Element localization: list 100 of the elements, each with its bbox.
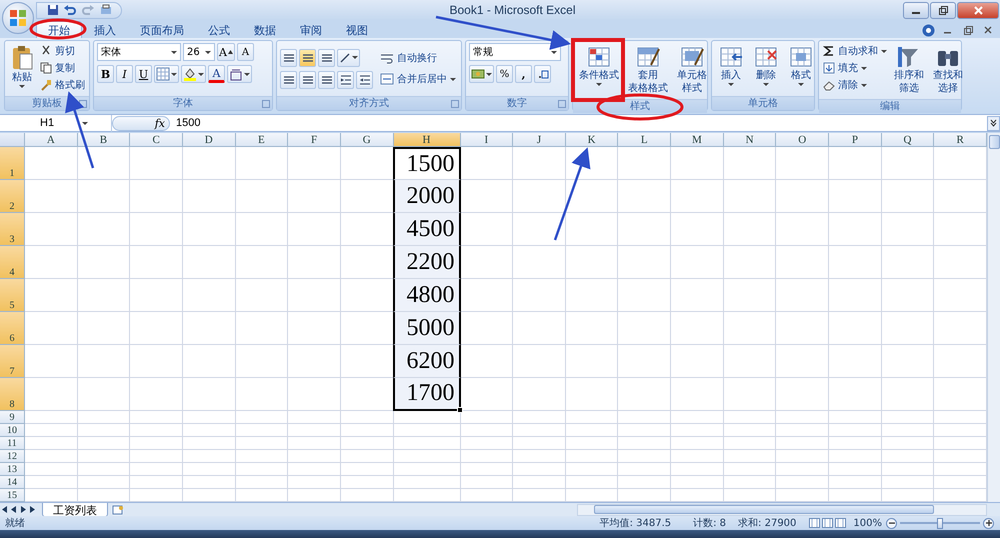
font-style-button[interactable]: B [97,65,114,83]
office-button[interactable] [2,2,34,34]
align-button[interactable] [318,48,335,66]
fill-handle[interactable] [456,407,463,413]
view-button[interactable] [808,517,822,529]
sheet-nav-button[interactable] [18,504,27,516]
row-header[interactable]: 7 [0,345,25,378]
ribbon-button[interactable]: 单元格 样式 [674,43,710,97]
paste-button[interactable]: 粘贴 [8,43,36,94]
view-button[interactable] [834,517,848,529]
column-header[interactable]: D [182,133,236,147]
align-button[interactable] [280,70,297,88]
font-name-field[interactable]: 宋体 [97,43,181,61]
vertical-scrollbar[interactable] [987,133,1000,502]
ribbon-tab[interactable]: 审阅 [288,21,334,38]
expand-button[interactable] [987,116,1000,130]
sheet-nav-button[interactable] [9,504,18,516]
ribbon-button[interactable]: 套用 表格格式 [625,43,671,97]
shrink-font-button[interactable]: A [236,43,254,61]
view-button[interactable] [821,517,834,529]
help-button[interactable] [920,22,936,38]
orientation-button[interactable] [337,48,360,66]
ribbon-tab[interactable]: 插入 [82,21,128,38]
row-header[interactable]: 15 [0,489,25,502]
zoom-in-button[interactable] [983,518,994,528]
name-box[interactable]: H1 [0,114,112,132]
row-header[interactable]: 5 [0,279,25,312]
currency-button[interactable] [469,65,494,83]
row-header[interactable]: 13 [0,463,25,476]
row-header[interactable]: 4 [0,246,25,279]
ribbon-button[interactable]: 排序和 筛选 [891,43,927,97]
column-header[interactable]: G [340,133,394,147]
row-header[interactable]: 3 [0,213,25,246]
number-format-field[interactable]: 常规 [469,43,561,61]
ribbon-button[interactable]: 剪切 [39,43,86,59]
column-header[interactable]: A [25,133,78,147]
ribbon-tab[interactable]: 视图 [334,21,380,38]
ribbon-button[interactable]: 清除 [822,77,888,93]
column-header[interactable]: M [671,133,724,147]
ribbon-tab[interactable]: 数据 [242,21,288,38]
sheet-tab[interactable]: 工资列表 [42,502,108,516]
column-header[interactable]: R [934,133,987,147]
fill-color-button[interactable] [181,65,206,83]
column-header[interactable]: K [566,133,618,147]
font-style-button[interactable]: I [116,65,133,83]
align-button[interactable] [299,70,316,88]
row-header[interactable]: 11 [0,437,25,450]
phonetic-button[interactable] [227,65,252,83]
ribbon-button[interactable]: 填充 [822,60,888,76]
merge-center-button[interactable]: 合并后居中 [379,71,457,87]
row-header[interactable]: 6 [0,312,25,345]
row-header[interactable]: 9 [0,411,25,424]
maximize-button[interactable] [930,2,956,18]
horizontal-scrollbar[interactable] [577,504,987,516]
ribbon-button[interactable]: 格式 [785,43,817,94]
align-button[interactable] [280,48,297,66]
ribbon-button[interactable]: 格式刷 [39,77,86,93]
font-style-button[interactable]: U [135,65,152,83]
column-header[interactable]: Q [882,133,934,147]
column-header[interactable]: H [394,133,461,147]
column-header[interactable]: J [513,133,566,147]
ribbon-button[interactable]: 查找和 选择 [930,43,966,97]
font-size-field[interactable]: 26 [183,43,215,61]
minimize-button[interactable] [903,2,929,18]
indent-button[interactable] [356,70,373,88]
row-header[interactable]: 10 [0,424,25,437]
ribbon-button[interactable]: 复制 [39,60,86,76]
wrap-text-button[interactable]: 自动换行 [379,50,457,66]
column-header[interactable]: F [288,133,341,147]
align-button[interactable] [299,48,316,66]
ribbon-button[interactable]: 插入 [715,43,747,94]
ribbon-button[interactable]: 删除 [750,43,782,94]
border-button[interactable] [154,65,179,83]
dialog-launcher-icon[interactable] [79,100,87,108]
column-header[interactable]: C [130,133,183,147]
formula-field[interactable]: 1500 [170,117,987,129]
grow-font-button[interactable]: A [217,43,235,61]
comma-button[interactable]: , [515,65,532,83]
ribbon-tab[interactable]: 页面布局 [128,21,196,38]
column-header[interactable]: N [724,133,776,147]
close-button[interactable] [957,2,999,18]
font-color-button[interactable]: A [208,65,225,83]
insert-sheet-button[interactable] [110,504,126,516]
row-header[interactable]: 2 [0,180,25,213]
ribbon-button[interactable]: 自动求和 [822,43,888,59]
insert-function-button[interactable]: fx [112,116,170,130]
column-header[interactable]: P [829,133,882,147]
column-header[interactable]: L [618,133,672,147]
row-header[interactable]: 12 [0,450,25,463]
ribbon-button[interactable]: 条件格式 [576,43,622,97]
percent-button[interactable]: % [496,65,513,83]
ribbon-tab[interactable]: 公式 [196,21,242,38]
row-header[interactable]: 8 [0,378,25,411]
column-header[interactable]: B [78,133,130,147]
row-header[interactable]: 14 [0,476,25,489]
indent-button[interactable] [337,70,354,88]
decimal-button[interactable] [534,65,551,83]
column-header[interactable]: O [776,133,830,147]
row-header[interactable]: 1 [0,147,25,180]
column-header[interactable]: E [236,133,288,147]
